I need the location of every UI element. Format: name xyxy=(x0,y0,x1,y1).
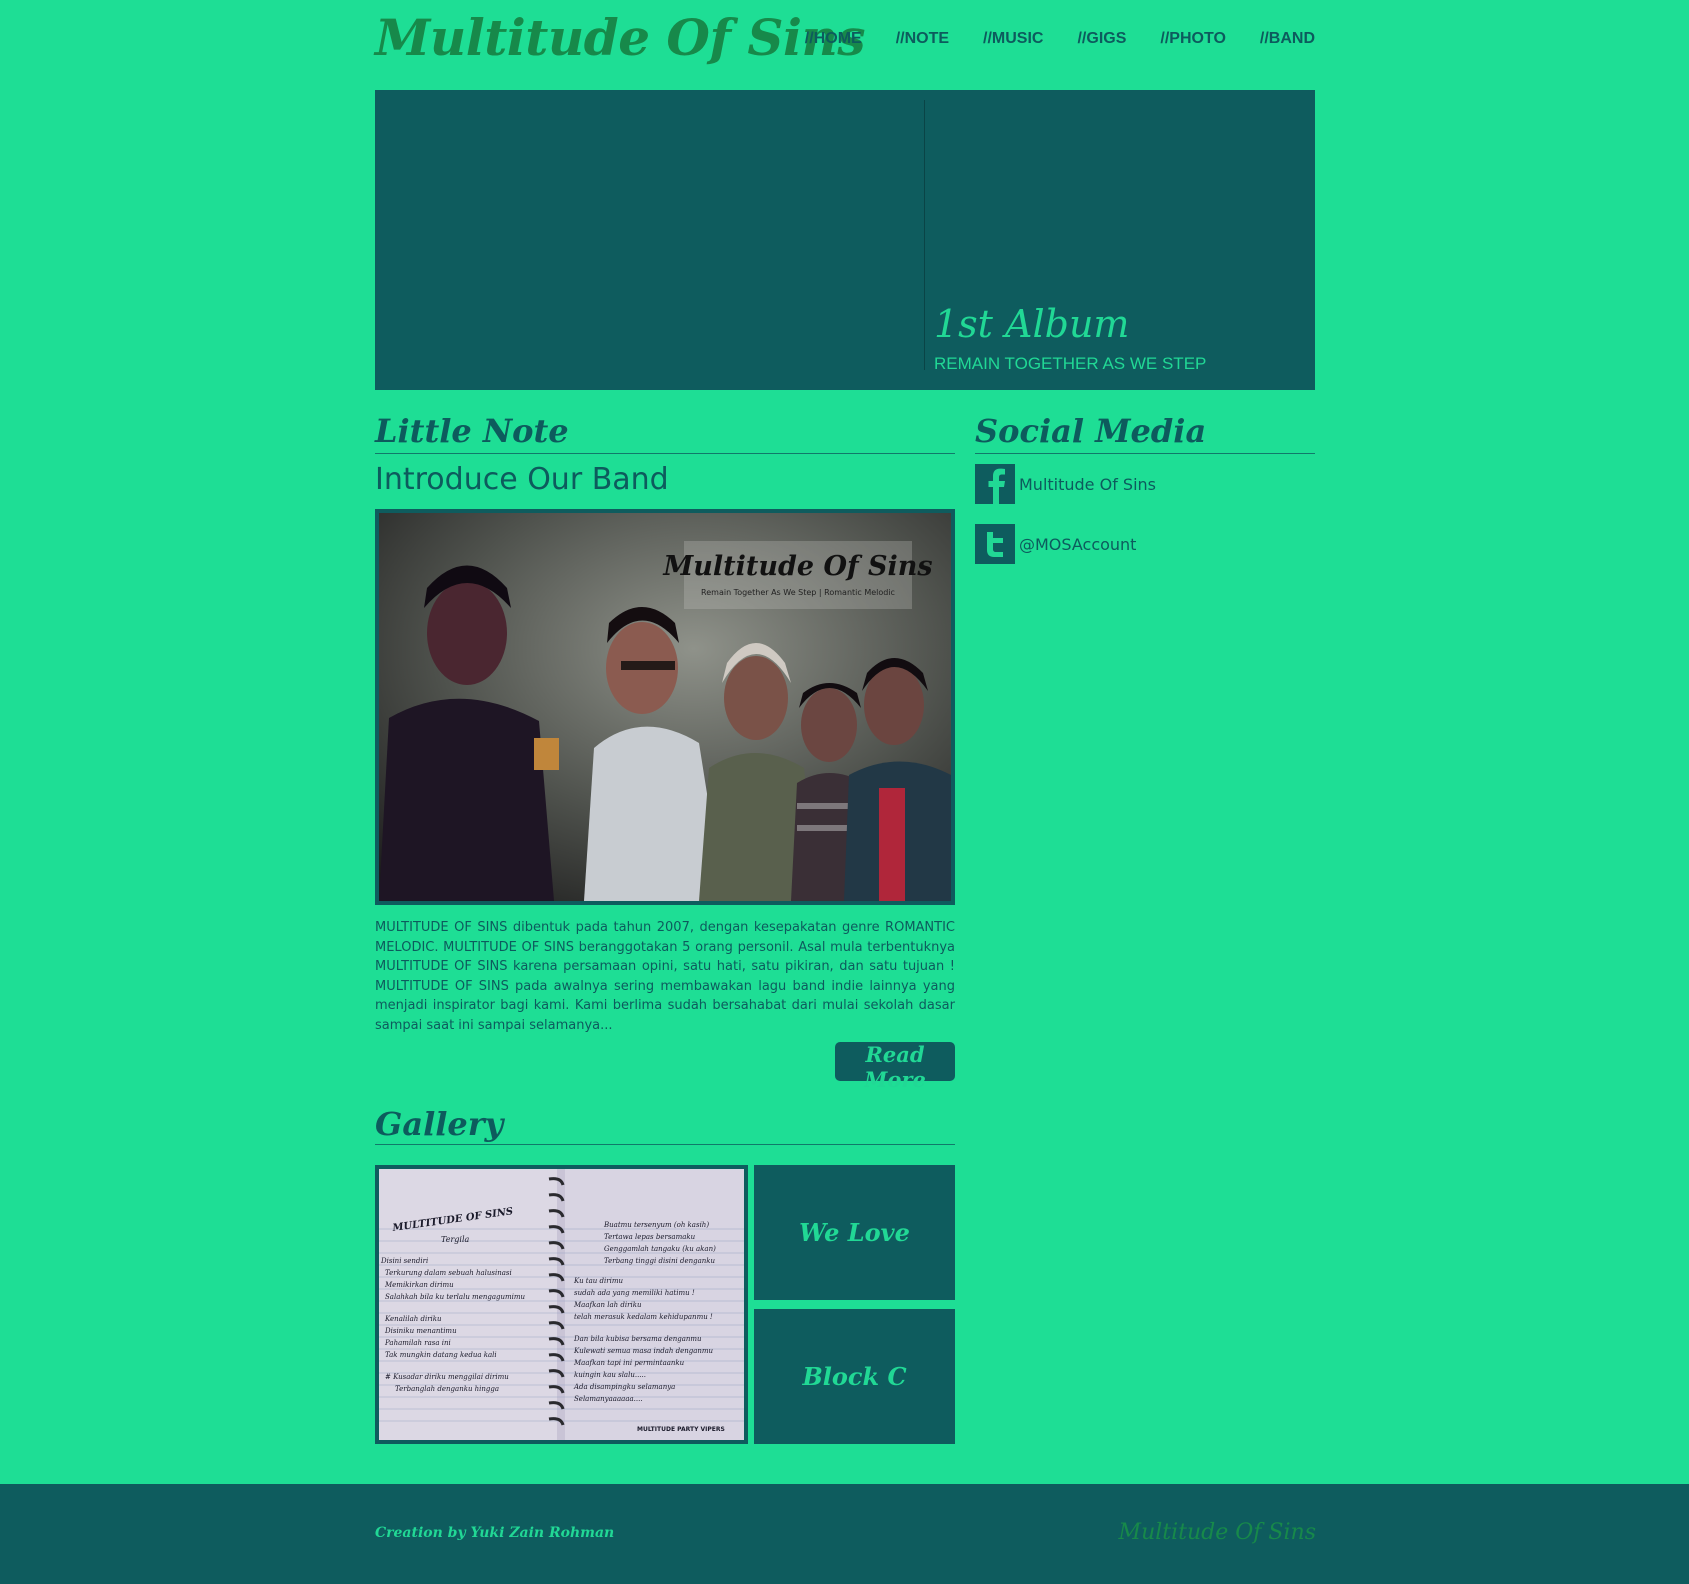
svg-text:Terkurung dalam sebuah halusin: Terkurung dalam sebuah halusinasi xyxy=(385,1269,512,1277)
svg-text:# Kusadar diriku menggilai di: # Kusadar diriku menggilai dirimu xyxy=(385,1373,509,1381)
nav-gigs[interactable]: //GIGS xyxy=(1077,30,1126,48)
nav-home[interactable]: //HOME xyxy=(805,30,862,48)
album-banner: 1st Album REMAIN TOGETHER AS WE STEP xyxy=(375,90,1315,390)
svg-text:Tak mungkin datang kedua kali: Tak mungkin datang kedua kali xyxy=(385,1351,497,1359)
photo-caption: Multitude Of Sins xyxy=(662,551,932,582)
svg-text:Tertawa lepas bersamaku: Tertawa lepas bersamaku xyxy=(604,1233,696,1241)
little-note-heading: Little Note xyxy=(375,412,569,450)
twitter-label: @MOSAccount xyxy=(1019,534,1137,554)
footer-credit: Creation by Yuki Zain Rohman xyxy=(375,1525,615,1541)
svg-text:Maafkan lah diriku: Maafkan lah diriku xyxy=(573,1301,642,1309)
svg-text:sudah ada yang memiliki hatimu: sudah ada yang memiliki hatimu ! xyxy=(574,1289,695,1297)
facebook-label: Multitude Of Sins xyxy=(1019,474,1156,494)
twitter-icon xyxy=(975,524,1015,564)
svg-text:Maafkan tapi ini permintaanku: Maafkan tapi ini permintaanku xyxy=(573,1359,685,1367)
main-nav: //HOME //NOTE //MUSIC //GIGS //PHOTO //B… xyxy=(805,30,1315,48)
svg-text:telah merasuk kedalam kehidupa: telah merasuk kedalam kehidupanmu ! xyxy=(574,1313,713,1321)
photo-subcaption: Remain Together As We Step | Romantic Me… xyxy=(701,588,895,597)
album-title: 1st Album xyxy=(934,302,1130,346)
site-footer: Creation by Yuki Zain Rohman Multitude O… xyxy=(0,1484,1689,1584)
nav-music[interactable]: //MUSIC xyxy=(983,30,1043,48)
banner-divider xyxy=(924,100,925,370)
svg-text:Selamanyaaaaaa....: Selamanyaaaaaa.... xyxy=(574,1395,643,1403)
little-note-divider xyxy=(375,453,955,454)
gallery-heading: Gallery xyxy=(375,1105,504,1143)
nav-band[interactable]: //BAND xyxy=(1260,30,1315,48)
notebook-subheading: Tergila xyxy=(441,1235,470,1244)
social-media-divider xyxy=(975,453,1315,454)
footer-logo[interactable]: Multitude Of Sins xyxy=(1119,1520,1316,1545)
svg-text:Terbang tinggi disini denganku: Terbang tinggi disini denganku xyxy=(604,1257,716,1265)
svg-text:Salahkah bila ku terlalu menga: Salahkah bila ku terlalu mengagumimu xyxy=(385,1293,526,1301)
svg-text:Kenalilah diriku: Kenalilah diriku xyxy=(384,1315,442,1323)
band-photo: Multitude Of Sins Remain Together As We … xyxy=(375,509,955,905)
svg-text:Ada disampingku selamanya: Ada disampingku selamanya xyxy=(573,1383,675,1391)
social-media-heading: Social Media xyxy=(975,412,1207,450)
twitter-link[interactable]: @MOSAccount xyxy=(975,524,1136,564)
gallery-block-we-love[interactable]: We Love xyxy=(754,1165,955,1300)
svg-text:Kulewati semua masa indah deng: Kulewati semua masa indah denganmu xyxy=(573,1347,714,1355)
read-more-button[interactable]: Read More xyxy=(835,1042,955,1092)
svg-text:Buatmu tersenyum (oh kasih): Buatmu tersenyum (oh kasih) xyxy=(603,1221,709,1229)
album-subtitle: REMAIN TOGETHER AS WE STEP xyxy=(934,354,1207,373)
svg-text:Genggamlah tangaku (ku akan): Genggamlah tangaku (ku akan) xyxy=(604,1245,716,1253)
post-title[interactable]: Introduce Our Band xyxy=(375,462,669,497)
facebook-link[interactable]: Multitude Of Sins xyxy=(975,464,1156,504)
post-excerpt: MULTITUDE OF SINS dibentuk pada tahun 20… xyxy=(375,920,955,1033)
svg-text:Disini sendiri: Disini sendiri xyxy=(380,1257,428,1265)
svg-text:kuingin kau slalu.....: kuingin kau slalu..... xyxy=(574,1371,646,1379)
svg-text:Memikirkan dirimu: Memikirkan dirimu xyxy=(384,1281,454,1289)
gallery-block-c[interactable]: Block C xyxy=(754,1309,955,1444)
svg-text:Pahamilah rasa ini: Pahamilah rasa ini xyxy=(384,1339,451,1347)
nav-note[interactable]: //NOTE xyxy=(896,30,949,48)
svg-text:Disiniku menantimu: Disiniku menantimu xyxy=(384,1327,457,1335)
gallery-notebook-photo[interactable]: MULTITUDE OF SINS Tergila Disini sendiri… xyxy=(375,1165,748,1444)
gallery-divider xyxy=(375,1144,955,1145)
svg-text:Terbanglah denganku hingga: Terbanglah denganku hingga xyxy=(395,1385,499,1393)
facebook-icon xyxy=(975,464,1015,504)
notebook-footer: MULTITUDE PARTY VIPERS xyxy=(637,1426,725,1433)
svg-text:Dan bila kubisa bersama dengan: Dan bila kubisa bersama denganmu xyxy=(573,1335,702,1343)
svg-text:Ku tau dirimu: Ku tau dirimu xyxy=(573,1277,623,1285)
nav-photo[interactable]: //PHOTO xyxy=(1160,30,1226,48)
site-logo[interactable]: Multitude Of Sins xyxy=(375,8,866,67)
